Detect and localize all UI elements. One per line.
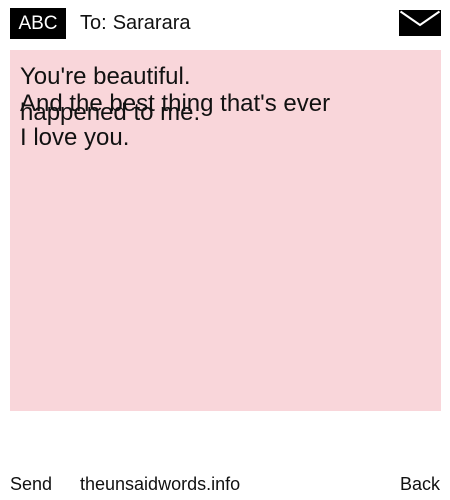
envelope-icon[interactable] (399, 10, 441, 36)
header: ABC To: Sararara (0, 0, 450, 46)
recipient-label: To: (80, 12, 107, 34)
message-line: You're beautiful. (20, 63, 191, 90)
message-line: I love you. (20, 124, 130, 151)
recipient: To: Sararara (80, 8, 191, 39)
message-line: happened to me. (20, 99, 201, 126)
send-link[interactable]: Send (10, 470, 52, 498)
site-link[interactable]: theunsaidwords.info (80, 470, 240, 498)
back-link[interactable]: Back (400, 470, 440, 498)
abc-badge-button[interactable]: ABC (10, 8, 66, 39)
footer: Send theunsaidwords.info Back (0, 470, 450, 498)
message-card: You're beautiful. And the best thing tha… (10, 50, 441, 411)
recipient-name: Sararara (112, 12, 191, 34)
